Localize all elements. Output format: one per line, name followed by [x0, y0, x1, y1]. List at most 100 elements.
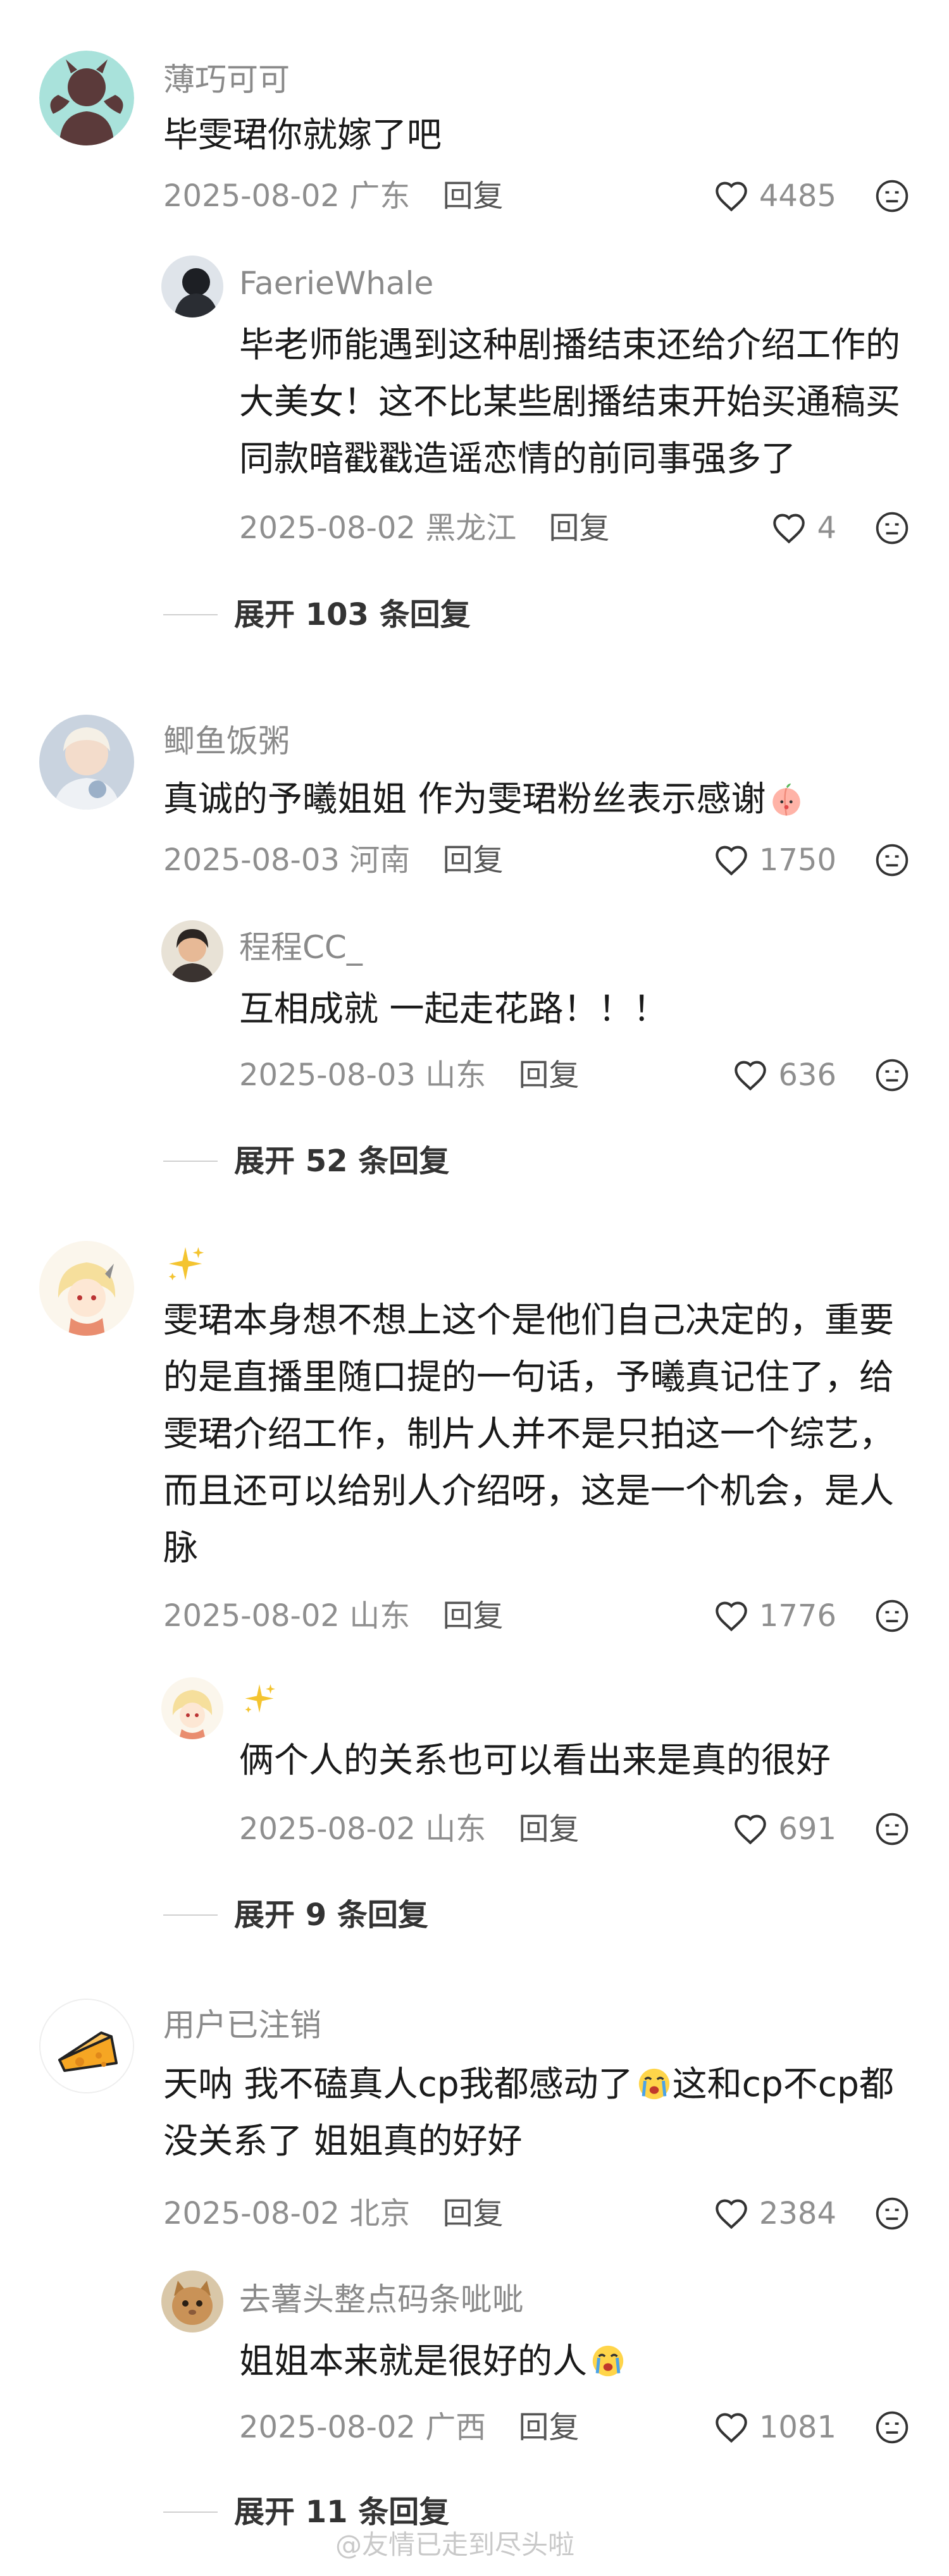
reply-avatar[interactable]: [161, 1677, 223, 1739]
reply-button[interactable]: 回复: [443, 178, 504, 214]
reply-button[interactable]: 回复: [443, 1598, 504, 1634]
reply-text: 互相成就 一起走花路！！！: [239, 989, 668, 1029]
expand-label: 展开 9 条回复: [234, 1897, 428, 1933]
like-button[interactable]: 2384: [714, 2195, 836, 2233]
unhappy-face-icon[interactable]: [874, 510, 910, 546]
reply-button[interactable]: 回复: [443, 2196, 504, 2231]
comment-text: 天呐 我不磕真人cp我都感动了 这和cp不cp都没关系了 姐姐真的好好: [163, 2055, 903, 2169]
like-count: 4485: [759, 178, 836, 214]
comment-date: 2025-08-03: [163, 842, 340, 878]
reply-text: 姐姐本来就是很好的人: [239, 2333, 910, 2389]
divider: [163, 1914, 218, 1916]
reply-date: 2025-08-02: [239, 510, 416, 546]
heart-outline-icon: [716, 2199, 747, 2229]
comment-text-content: 真诚的予曦姐姐 作为雯珺粉丝表示感谢: [163, 779, 766, 819]
reply-location: 山东: [425, 1057, 487, 1093]
comment-location: 山东: [349, 1598, 411, 1634]
reply-location: 黑龙江: [425, 510, 517, 546]
comment-meta: 2025-08-03 河南 回复: [163, 841, 504, 879]
like-count: 691: [778, 1811, 836, 1847]
heart-outline-icon: [716, 846, 747, 876]
sparkle-icon: [168, 1247, 204, 1281]
sparkle-icon: [245, 1684, 275, 1713]
comment-location: 河南: [349, 842, 411, 878]
like-count: 1750: [759, 842, 836, 878]
user-avatar[interactable]: [39, 715, 134, 810]
unhappy-face-icon[interactable]: [874, 1598, 910, 1634]
watermark: @友情已走到尽头啦: [335, 2529, 575, 2560]
reply-meta: 2025-08-03 山东 回复: [239, 1056, 580, 1094]
reply-location: 山东: [425, 1811, 487, 1847]
comment-meta: 2025-08-02 山东 回复: [163, 1597, 504, 1635]
reply-button[interactable]: 回复: [519, 1811, 580, 1847]
reply-avatar[interactable]: [161, 2271, 223, 2333]
peach-emoji-icon: [772, 783, 801, 816]
comment-text: 真诚的予曦姐姐 作为雯珺粉丝表示感谢: [163, 770, 903, 827]
comment-username[interactable]: 鲫鱼饭粥: [163, 722, 290, 760]
reply-button[interactable]: 回复: [443, 842, 504, 878]
reply-button[interactable]: 回复: [519, 1057, 580, 1093]
like-count: 1776: [759, 1598, 836, 1634]
heart-outline-icon: [716, 182, 747, 212]
reply-date: 2025-08-02: [239, 1811, 416, 1847]
comment-date: 2025-08-02: [163, 178, 340, 214]
reply-text: 俩个人的关系也可以看出来是真的很好: [239, 1740, 831, 1780]
expand-replies-button[interactable]: 展开 103 条回复: [163, 596, 471, 634]
reply-meta: 2025-08-02 广西 回复: [239, 2408, 580, 2446]
reply-button[interactable]: 回复: [519, 2410, 580, 2445]
unhappy-face-icon[interactable]: [874, 2196, 910, 2231]
divider: [163, 2511, 218, 2513]
reply-meta: 2025-08-02 山东 回复: [239, 1810, 580, 1848]
comment-location: 北京: [349, 2196, 411, 2231]
like-count: 636: [778, 1057, 836, 1093]
unhappy-face-icon[interactable]: [874, 1057, 910, 1093]
expand-label: 展开 103 条回复: [234, 597, 471, 632]
comment-meta: 2025-08-02 北京 回复: [163, 2195, 504, 2233]
reply-text-content: 姐姐本来就是很好的人: [239, 2341, 588, 2381]
reply-date: 2025-08-03: [239, 1057, 416, 1093]
comment-location: 广东: [349, 178, 411, 214]
like-count: 1081: [759, 2410, 836, 2445]
reply-button[interactable]: 回复: [549, 510, 610, 546]
heart-outline-icon: [773, 514, 805, 544]
reply-username[interactable]: 去薯头整点码条呲呲: [239, 2281, 524, 2319]
reply-date: 2025-08-02: [239, 2410, 416, 2445]
crying-face-emoji-icon: [592, 2345, 624, 2377]
comment-username[interactable]: 薄巧可可: [163, 61, 290, 99]
like-count: 4: [817, 510, 836, 546]
reply-text: 毕老师能遇到这种剧播结束还给介绍工作的大美女！这不比某些剧播结束开始买通稿买同款…: [239, 324, 901, 479]
reply-location: 广西: [425, 2410, 487, 2445]
reply-username[interactable]: FaerieWhale: [239, 264, 433, 302]
divider: [163, 1161, 218, 1162]
unhappy-face-icon[interactable]: [874, 842, 910, 878]
like-button[interactable]: 1776: [714, 1597, 836, 1635]
like-button[interactable]: 1750: [714, 841, 836, 879]
like-button[interactable]: 4: [771, 509, 836, 547]
like-button[interactable]: 1081: [714, 2408, 836, 2446]
heart-outline-icon: [735, 1061, 767, 1091]
reply-username[interactable]: 程程CC_: [239, 928, 363, 966]
unhappy-face-icon[interactable]: [874, 1811, 910, 1847]
comment-date: 2025-08-02: [163, 1598, 340, 1634]
like-button[interactable]: 4485: [714, 177, 836, 215]
like-button[interactable]: 636: [733, 1056, 836, 1094]
heart-outline-icon: [716, 2413, 747, 2443]
unhappy-face-icon[interactable]: [874, 178, 910, 214]
unhappy-face-icon[interactable]: [874, 2410, 910, 2445]
reply-avatar[interactable]: [161, 256, 223, 317]
comment-text: 雯珺本身想不想上这个是他们自己决定的，重要的是直播里随口提的一句话，予曦真记住了…: [163, 1300, 895, 1568]
expand-label: 展开 52 条回复: [234, 1143, 450, 1179]
comment-username[interactable]: 用户已注销: [163, 2006, 321, 2044]
reply-avatar[interactable]: [161, 920, 223, 982]
user-avatar[interactable]: [39, 1241, 134, 1336]
user-avatar[interactable]: [39, 51, 134, 145]
comment-text: 毕雯珺你就嫁了吧: [163, 114, 442, 155]
expand-replies-button[interactable]: 展开 52 条回复: [163, 1142, 449, 1180]
like-count: 2384: [759, 2196, 836, 2231]
heart-outline-icon: [735, 1815, 767, 1845]
heart-outline-icon: [716, 1601, 747, 1632]
like-button[interactable]: 691: [733, 1810, 836, 1848]
expand-replies-button[interactable]: 展开 9 条回复: [163, 1896, 428, 1934]
user-avatar[interactable]: [39, 1999, 134, 2093]
crying-face-emoji-icon: [638, 2068, 669, 2100]
